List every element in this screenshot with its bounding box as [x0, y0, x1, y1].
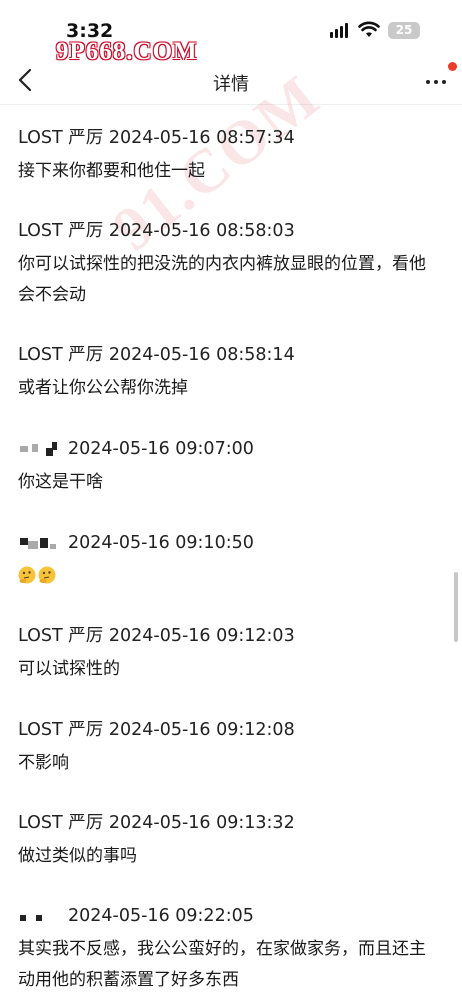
message-item: LOST 严厉 2024-05-16 08:58:03 你可以试探性的把没洗的内… — [18, 219, 438, 311]
message-item: 2024-05-16 09:07:00 你这是干啥 — [18, 437, 438, 498]
battery-indicator: 25 — [388, 22, 420, 39]
sender-name: LOST 严厉 — [18, 720, 104, 740]
message-item: 2024-05-16 09:22:05 其实我不反感，我公公蛮好的，在家做家务，… — [18, 904, 438, 996]
message-header: LOST 严厉 2024-05-16 08:58:14 — [18, 343, 438, 367]
message-timestamp: 2024-05-16 08:58:14 — [108, 345, 295, 365]
message-header: 2024-05-16 09:22:05 — [18, 904, 438, 928]
message-item: LOST 严厉 2024-05-16 09:12:03 可以试探性的 — [18, 624, 438, 685]
scrollbar[interactable] — [454, 572, 458, 642]
message-text: 其实我不反感，我公公蛮好的，在家做家务，而且还主动用他的积蓄添置了好多东西 — [18, 939, 426, 990]
message-text: 可以试探性的 — [18, 659, 120, 679]
message-timestamp: 2024-05-16 08:57:34 — [108, 128, 295, 148]
message-item: LOST 严厉 2024-05-16 08:58:14 或者让你公公帮你洗掉 — [18, 343, 438, 404]
message-timestamp: 2024-05-16 09:10:50 — [68, 533, 254, 553]
redacted-avatar — [18, 442, 62, 456]
message-item: 2024-05-16 09:10:50 — [18, 531, 438, 592]
sender-name: LOST 严厉 — [18, 345, 104, 365]
message-timestamp: 2024-05-16 09:13:32 — [108, 813, 295, 833]
thinking-face-icon — [38, 566, 56, 584]
sender-name: LOST 严厉 — [18, 128, 104, 148]
notification-dot — [448, 62, 457, 71]
message-text: 或者让你公公帮你洗掉 — [18, 378, 188, 398]
message-header: 2024-05-16 09:07:00 — [18, 437, 438, 461]
message-timestamp: 2024-05-16 09:07:00 — [68, 439, 254, 459]
page-title: 详情 — [213, 74, 249, 95]
message-text: 你这是干啥 — [18, 472, 103, 492]
message-text: 做过类似的事吗 — [18, 846, 137, 866]
message-item: LOST 严厉 2024-05-16 09:12:08 不影响 — [18, 718, 438, 779]
cellular-signal-icon — [330, 22, 352, 38]
message-header: LOST 严厉 2024-05-16 09:13:32 — [18, 811, 438, 835]
message-timestamp: 2024-05-16 09:12:03 — [108, 626, 295, 646]
message-text: 你可以试探性的把没洗的内衣内裤放显眼的位置，看他会不会动 — [18, 254, 426, 305]
message-timestamp: 2024-05-16 09:22:05 — [68, 906, 254, 926]
message-header: LOST 严厉 2024-05-16 09:12:03 — [18, 624, 438, 648]
message-text: 接下来你都要和他住一起 — [18, 161, 205, 181]
message-header: 2024-05-16 09:10:50 — [18, 531, 438, 555]
message-timestamp: 2024-05-16 09:12:08 — [108, 720, 295, 740]
message-item: LOST 严厉 2024-05-16 09:13:32 做过类似的事吗 — [18, 811, 438, 872]
nav-divider — [0, 104, 462, 105]
message-header: LOST 严厉 2024-05-16 08:58:03 — [18, 219, 438, 243]
wifi-icon — [358, 21, 380, 37]
nav-bar: 详情 — [0, 56, 462, 104]
redacted-avatar — [18, 909, 62, 923]
sender-name: LOST 严厉 — [18, 813, 104, 833]
more-options-icon[interactable] — [422, 68, 450, 92]
message-header: LOST 严厉 2024-05-16 08:57:34 — [18, 126, 438, 150]
sender-name: LOST 严厉 — [18, 626, 104, 646]
message-text: 不影响 — [18, 753, 69, 773]
redacted-avatar — [18, 536, 62, 550]
sender-name: LOST 严厉 — [18, 221, 104, 241]
message-timestamp: 2024-05-16 08:58:03 — [108, 221, 295, 241]
message-item: LOST 严厉 2024-05-16 08:57:34 接下来你都要和他住一起 — [18, 126, 438, 187]
thinking-face-icon — [18, 566, 36, 584]
message-header: LOST 严厉 2024-05-16 09:12:08 — [18, 718, 438, 742]
message-emoji-row — [18, 561, 438, 592]
